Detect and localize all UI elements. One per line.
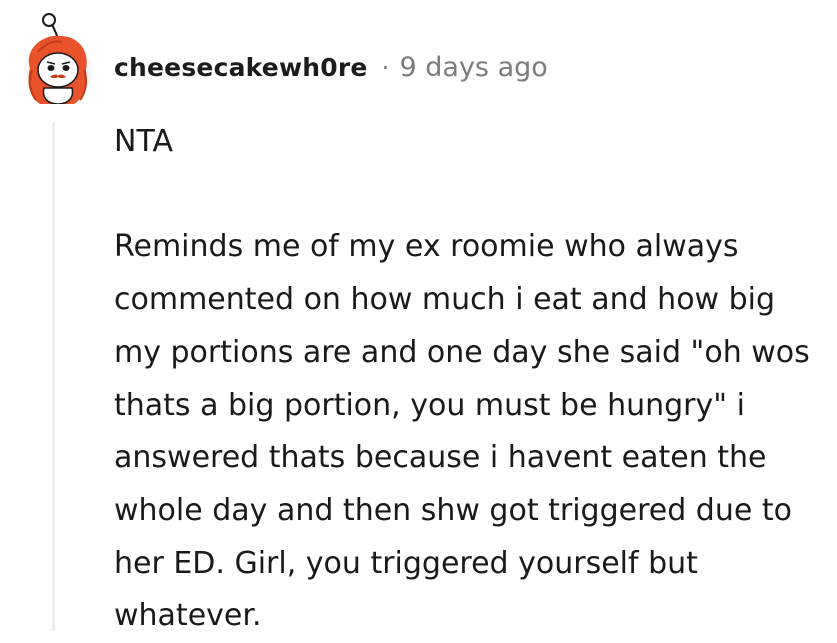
snoo-avatar-icon [24, 13, 92, 104]
comment-paragraph: Reminds me of my ex roomie who always co… [114, 229, 810, 634]
username-link[interactable]: cheesecakewh0re [114, 53, 368, 82]
comment-paragraph: NTA [114, 124, 173, 159]
comment: cheesecakewh0re · 9 days ago NTA Reminds… [0, 0, 837, 633]
meta-separator: · [381, 53, 390, 82]
thread-line[interactable] [52, 122, 55, 631]
comment-body: NTA Reminds me of my ex roomie who alway… [114, 116, 824, 643]
comment-header: cheesecakewh0re · 9 days ago [114, 52, 548, 83]
timestamp[interactable]: 9 days ago [400, 52, 548, 83]
avatar[interactable] [18, 8, 96, 104]
